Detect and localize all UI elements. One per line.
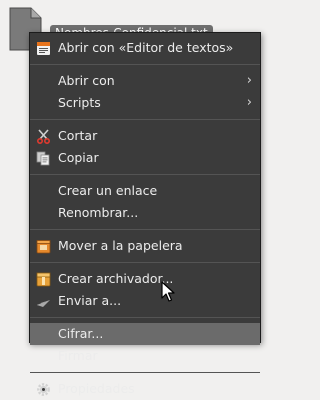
menu-separator <box>30 317 260 318</box>
menu-item-open-with-editor[interactable]: Abrir con «Editor de textos» <box>30 37 260 59</box>
menu-separator <box>30 119 260 120</box>
menu-label: Abrir con <box>58 73 115 88</box>
copy-icon <box>36 151 50 166</box>
menu-item-sign[interactable]: Firmar <box>30 345 260 367</box>
menu-item-open-with[interactable]: Abrir con › <box>30 70 260 92</box>
menu-item-create-archive[interactable]: Crear archivador... <box>30 268 260 290</box>
menu-item-send-to[interactable]: Enviar a... <box>30 290 260 312</box>
menu-label: Propiedades <box>58 381 135 396</box>
send-icon <box>37 300 50 307</box>
menu-item-scripts[interactable]: Scripts › <box>30 92 260 114</box>
archive-icon <box>36 272 51 287</box>
menu-item-cut[interactable]: Cortar <box>30 125 260 147</box>
menu-separator <box>30 64 260 65</box>
menu-item-move-to-trash[interactable]: Mover a la papelera <box>30 235 260 257</box>
menu-label: Scripts <box>58 95 101 110</box>
scissors-icon <box>37 129 50 144</box>
menu-separator <box>30 229 260 230</box>
menu-item-copy[interactable]: Copiar <box>30 147 260 169</box>
menu-label: Cifrar... <box>58 326 104 341</box>
submenu-arrow-icon: › <box>246 73 252 88</box>
menu-item-create-link[interactable]: Crear un enlace <box>30 180 260 202</box>
trash-icon <box>36 240 51 254</box>
menu-label: Renombrar... <box>58 205 139 220</box>
menu-label: Firmar <box>58 348 98 363</box>
menu-label: Crear un enlace <box>58 183 158 198</box>
context-menu: Abrir con «Editor de textos» Abrir con ›… <box>29 32 261 396</box>
menu-label: Cortar <box>58 128 98 143</box>
menu-separator <box>30 262 260 263</box>
gear-icon <box>37 383 50 396</box>
submenu-arrow-icon: › <box>246 95 252 110</box>
text-editor-icon <box>37 42 50 55</box>
menu-separator <box>30 372 260 373</box>
mouse-pointer-icon <box>161 281 175 302</box>
menu-label: Copiar <box>58 150 99 165</box>
menu-separator <box>30 174 260 175</box>
menu-label: Mover a la papelera <box>58 238 183 253</box>
menu-item-rename[interactable]: Renombrar... <box>30 202 260 224</box>
menu-item-properties[interactable]: Propiedades <box>30 378 260 400</box>
menu-label: Crear archivador... <box>58 271 174 286</box>
menu-label: Abrir con «Editor de textos» <box>58 40 234 55</box>
menu-label: Enviar a... <box>58 293 122 308</box>
menu-item-encrypt[interactable]: Cifrar... <box>30 323 260 345</box>
